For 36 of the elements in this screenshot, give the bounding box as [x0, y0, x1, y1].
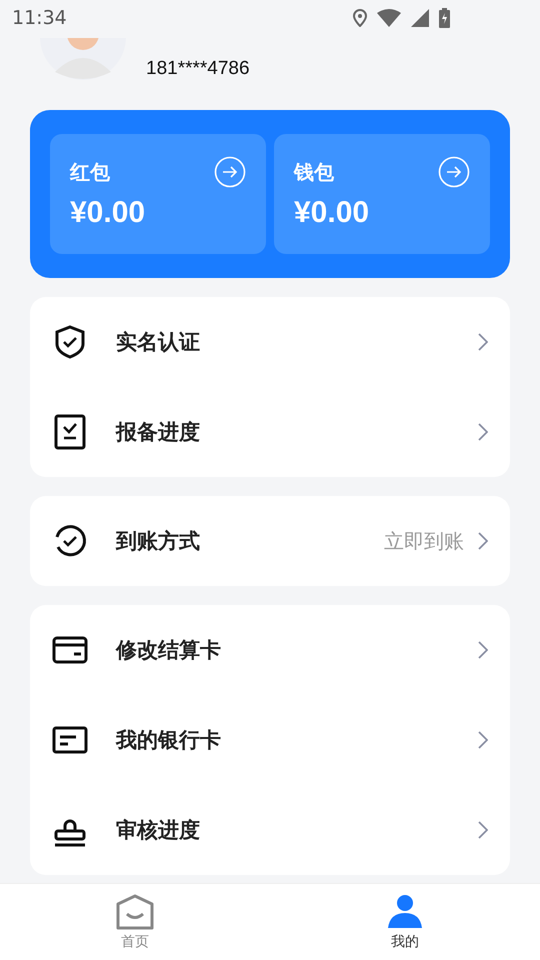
balance-amount: ¥0.00 [294, 196, 370, 230]
menu-item[interactable]: 到账方式 立即到账 [30, 496, 510, 586]
arrow-circle-icon[interactable] [438, 156, 470, 188]
signal-icon [411, 9, 429, 27]
menu-label: 审核进度 [116, 817, 201, 844]
location-icon [353, 9, 367, 27]
menu-item[interactable]: 审核进度 [30, 785, 510, 875]
menu-label: 修改结算卡 [116, 637, 222, 664]
person-icon [386, 894, 424, 930]
menu-item[interactable]: 修改结算卡 [30, 605, 510, 695]
menu-label: 我的银行卡 [116, 727, 222, 754]
arrow-circle-icon[interactable] [214, 156, 246, 188]
balance-amount: ¥0.00 [70, 196, 146, 230]
home-icon [116, 894, 154, 930]
chevron-right-icon [478, 333, 488, 351]
wifi-icon [377, 9, 401, 27]
menu-item[interactable]: 实名认证 [30, 297, 510, 387]
checklist-icon [52, 414, 88, 450]
menu-label: 报备进度 [116, 419, 201, 446]
menu-label: 到账方式 [116, 528, 201, 555]
chevron-right-icon [478, 641, 488, 659]
balance-label: 红包 [70, 158, 110, 186]
menu-item[interactable]: 报备进度 [30, 387, 510, 477]
tab[interactable]: 首页 [0, 884, 270, 960]
chevron-right-icon [478, 821, 488, 839]
menu-value: 立即到账 [384, 528, 464, 554]
tab[interactable]: 我的 [270, 884, 540, 960]
status-time: 11:34 [12, 7, 67, 29]
chevron-right-icon [478, 423, 488, 441]
menu-label: 实名认证 [116, 329, 201, 356]
chevron-right-icon [478, 532, 488, 550]
phone-number: 181****4786 [146, 58, 250, 80]
battery-icon [439, 8, 450, 28]
menu-item[interactable]: 我的银行卡 [30, 695, 510, 785]
chevron-right-icon [478, 731, 488, 749]
balance-label: 钱包 [294, 158, 334, 186]
